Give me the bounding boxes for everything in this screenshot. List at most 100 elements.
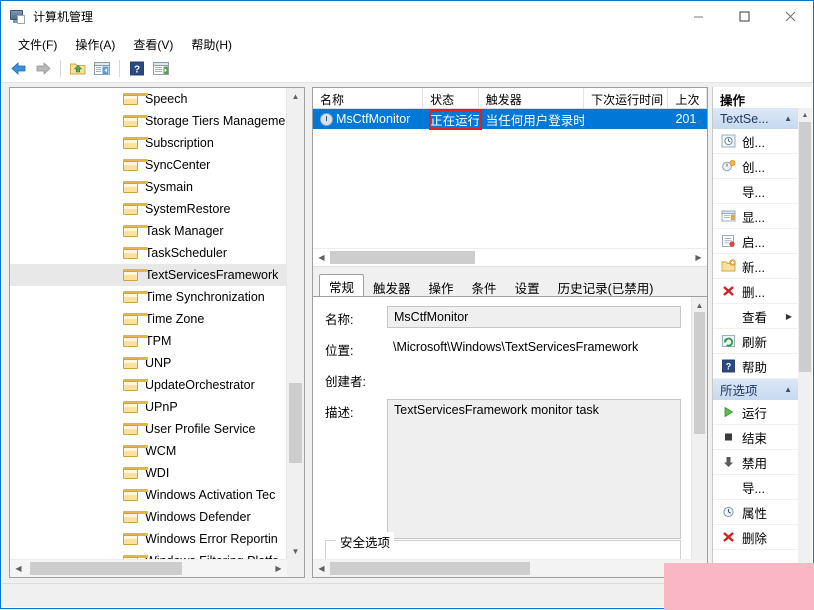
help-icon[interactable]: ? [126, 58, 148, 79]
action-run[interactable]: 运行 [713, 400, 798, 425]
action-create-basic-task[interactable]: 创... [713, 129, 798, 154]
scroll-thumb[interactable] [289, 383, 302, 463]
security-options-title: 安全选项 [336, 532, 395, 551]
action-refresh[interactable]: 刷新 [713, 329, 798, 354]
action-end[interactable]: 结束 [713, 425, 798, 450]
tree-item[interactable]: SystemRestore [10, 198, 287, 220]
action-properties[interactable]: 属性 [713, 500, 798, 525]
action-delete[interactable]: 删除 [713, 525, 798, 550]
chevron-up-icon[interactable]: ▲ [784, 385, 792, 394]
action-display-running-tasks[interactable]: 显... [713, 204, 798, 229]
tree-horizontal-scrollbar[interactable]: ◀ ▶ [10, 559, 287, 577]
scroll-right-icon[interactable]: ▶ [270, 560, 287, 577]
folder-icon [123, 445, 148, 457]
tree-item[interactable]: Storage Tiers Managemen [10, 110, 287, 132]
tree-item[interactable]: Time Zone [10, 308, 287, 330]
show-hide-tree-icon[interactable] [91, 58, 113, 79]
column-header-next-run[interactable]: 下次运行时间 [584, 88, 669, 108]
action-help[interactable]: ? 帮助 [713, 354, 798, 379]
tree-item[interactable]: Windows Error Reportin [10, 528, 287, 550]
actions-group-selected-item[interactable]: 所选项 ▲ [713, 379, 798, 400]
tree-item[interactable]: Task Manager [10, 220, 287, 242]
scroll-left-icon[interactable]: ◀ [10, 560, 27, 577]
scroll-thumb[interactable] [330, 562, 530, 575]
task-detail-pane: 名称 状态 触发器 下次运行时间 上次 MsCtfMonitor 正在运行 当任… [312, 87, 708, 578]
tree-item[interactable]: Subscription [10, 132, 287, 154]
tree-item-label: UNP [145, 356, 172, 370]
show-action-pane-icon[interactable] [150, 58, 172, 79]
tab-conditions[interactable]: 条件 [462, 277, 506, 298]
action-export[interactable]: 导... [713, 475, 798, 500]
menu-view[interactable]: 查看(V) [124, 34, 182, 55]
column-header-last-run[interactable]: 上次 [668, 88, 707, 108]
detail-vertical-scrollbar[interactable]: ▲ [691, 297, 707, 560]
tree-item[interactable]: Windows Defender [10, 506, 287, 528]
console-tree[interactable]: Speech Storage Tiers Managemen Subscript… [10, 88, 287, 560]
action-view[interactable]: 查看 ▶ [713, 304, 798, 329]
back-icon[interactable] [8, 58, 30, 79]
table-row[interactable]: MsCtfMonitor 正在运行 当任何用户登录时 201 [313, 109, 707, 129]
tree-item[interactable]: WCM [10, 440, 287, 462]
cell-task-name: MsCtfMonitor [313, 112, 423, 126]
action-enable-task-history[interactable]: 启... [713, 229, 798, 254]
tree-item[interactable]: Sysmain [10, 176, 287, 198]
disable-icon [719, 454, 737, 470]
tree-item[interactable]: WDI [10, 462, 287, 484]
tree-item[interactable]: UpdateOrchestrator [10, 374, 287, 396]
scroll-up-icon[interactable]: ▲ [287, 88, 304, 105]
task-name-text: MsCtfMonitor [336, 112, 411, 126]
menu-file[interactable]: 文件(F) [9, 34, 66, 55]
cell-task-last-run: 201 [675, 112, 697, 126]
tree-item[interactable]: UPnP [10, 396, 287, 418]
tab-general[interactable]: 常规 [319, 274, 365, 298]
display-all-running-tasks-icon [719, 208, 737, 224]
tab-triggers[interactable]: 触发器 [364, 277, 420, 298]
action-disable[interactable]: 禁用 [713, 450, 798, 475]
tab-settings[interactable]: 设置 [505, 277, 549, 298]
tree-item[interactable]: Time Synchronization [10, 286, 287, 308]
tree-item-textservicesframework[interactable]: TextServicesFramework [10, 264, 287, 286]
action-import-task[interactable]: 导... [713, 179, 798, 204]
tree-item[interactable]: User Profile Service [10, 418, 287, 440]
tab-actions[interactable]: 操作 [419, 277, 463, 298]
scroll-left-icon[interactable]: ◀ [313, 249, 330, 266]
actions-vertical-scrollbar[interactable]: ▲ ▼ [798, 108, 812, 578]
tree-vertical-scrollbar[interactable]: ▲ ▼ [286, 88, 304, 560]
close-button[interactable] [767, 1, 813, 32]
column-header-name[interactable]: 名称 [313, 88, 424, 108]
scroll-right-icon[interactable]: ▶ [690, 249, 707, 266]
scroll-thumb[interactable] [799, 122, 811, 372]
tab-history[interactable]: 历史记录(已禁用) [548, 277, 663, 298]
tree-item[interactable]: TPM [10, 330, 287, 352]
column-header-status[interactable]: 状态 [423, 88, 479, 108]
up-folder-icon[interactable] [67, 58, 89, 79]
toolbar: ? [1, 55, 813, 83]
column-header-trigger[interactable]: 触发器 [479, 88, 585, 108]
scroll-thumb[interactable] [694, 312, 705, 434]
action-create-task[interactable]: 创... [713, 154, 798, 179]
actions-group-textservices[interactable]: TextSe... ▲ [713, 108, 798, 129]
scroll-thumb[interactable] [30, 562, 182, 575]
scroll-down-icon[interactable]: ▼ [287, 543, 304, 560]
chevron-up-icon[interactable]: ▲ [784, 114, 792, 123]
scroll-thumb[interactable] [330, 251, 475, 264]
folder-icon [123, 159, 148, 171]
menu-action[interactable]: 操作(A) [66, 34, 124, 55]
folder-icon [123, 423, 148, 435]
scroll-corner [287, 560, 304, 577]
tree-item[interactable]: Windows Activation Tec [10, 484, 287, 506]
scroll-up-icon[interactable]: ▲ [798, 108, 812, 122]
tree-item[interactable]: SyncCenter [10, 154, 287, 176]
minimize-button[interactable] [675, 1, 721, 32]
action-delete-folder[interactable]: 删... [713, 279, 798, 304]
maximize-button[interactable] [721, 1, 767, 32]
action-new-folder[interactable]: 新... [713, 254, 798, 279]
detail-horizontal-scrollbar[interactable]: ◀ [313, 559, 707, 577]
scroll-left-icon[interactable]: ◀ [313, 560, 330, 577]
forward-icon[interactable] [32, 58, 54, 79]
tree-item[interactable]: UNP [10, 352, 287, 374]
task-list-horizontal-scrollbar[interactable]: ◀ ▶ [313, 248, 707, 266]
menu-help[interactable]: 帮助(H) [182, 34, 241, 55]
tree-item[interactable]: TaskScheduler [10, 242, 287, 264]
tree-item[interactable]: Speech [10, 88, 287, 110]
